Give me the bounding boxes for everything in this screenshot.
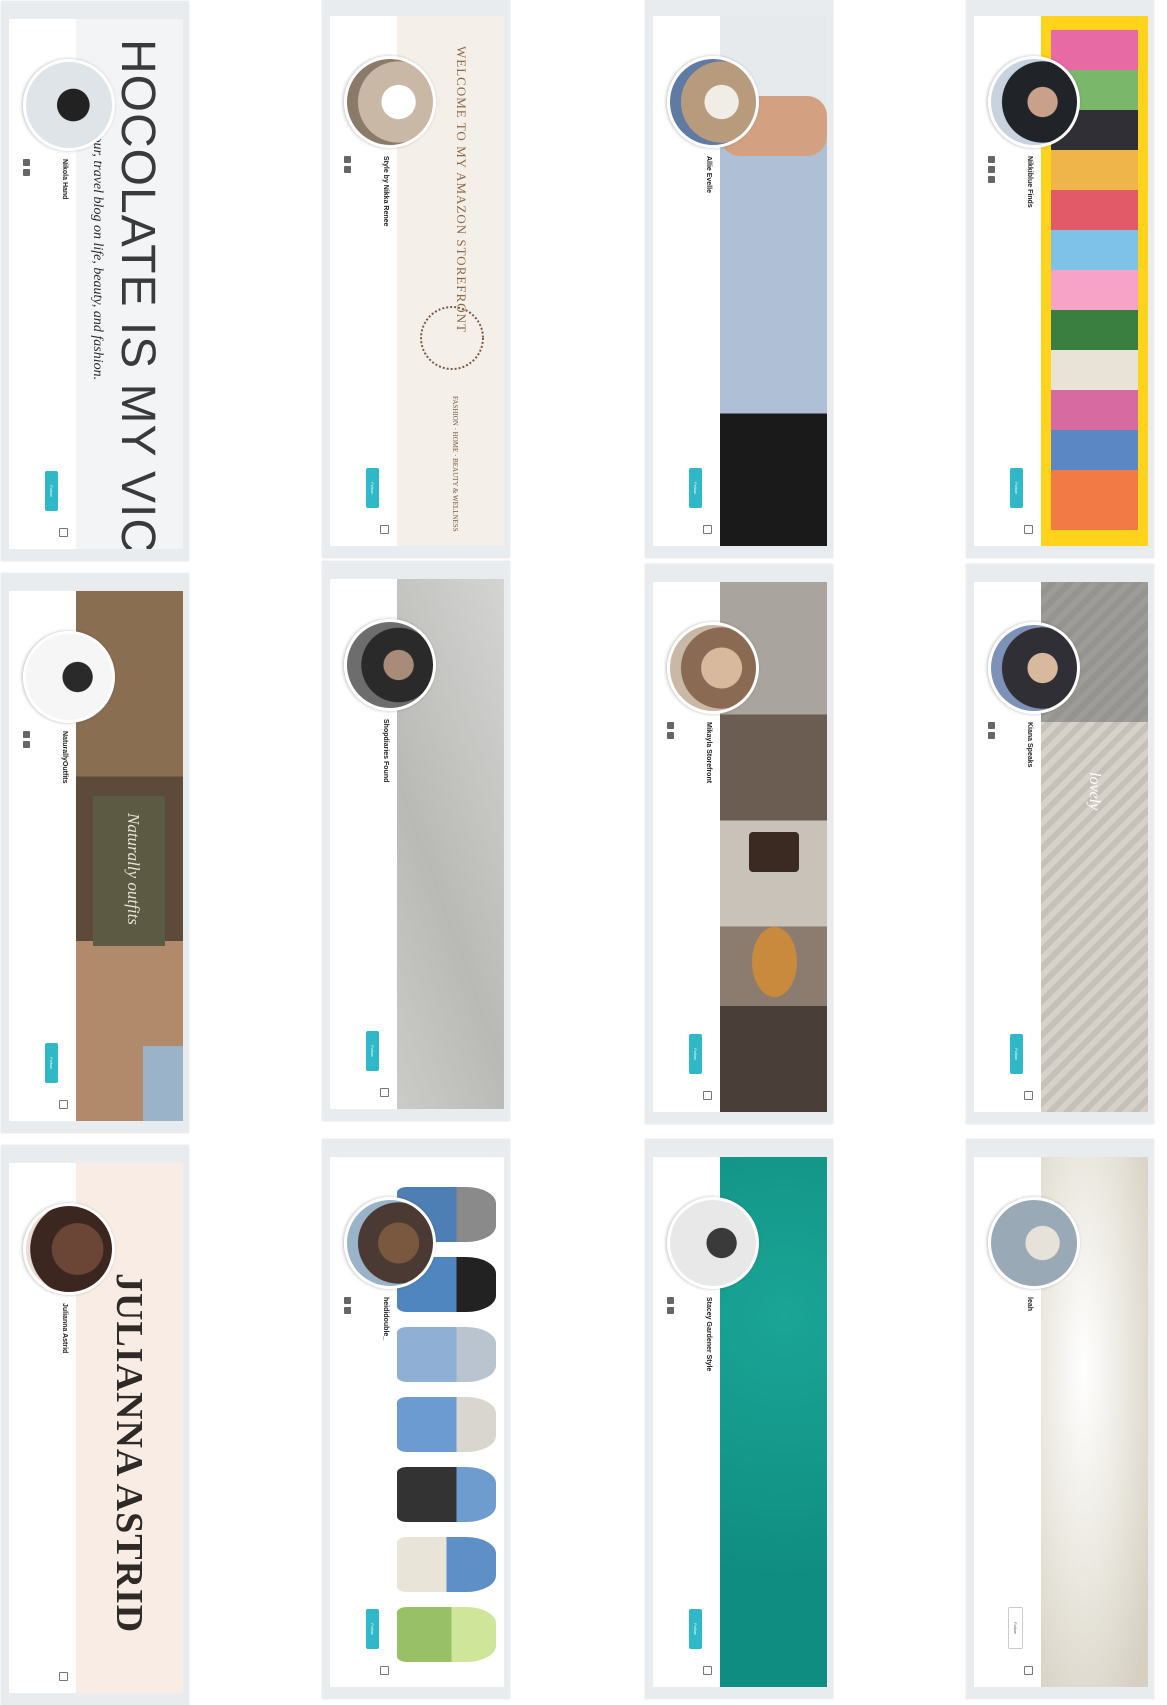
follow-button[interactable]: Follow [689, 468, 702, 508]
social-icon[interactable] [988, 176, 995, 183]
social-icon[interactable] [23, 159, 30, 166]
avatar[interactable] [667, 622, 759, 714]
social-icon[interactable] [988, 156, 995, 163]
avatar[interactable] [988, 1197, 1080, 1289]
avatar[interactable] [23, 59, 115, 151]
follow-button[interactable]: Follow [45, 1043, 58, 1083]
follow-button[interactable]: Follow [366, 468, 379, 508]
storefront-card-cafe[interactable]: Mikayla Storefront Follow [645, 564, 833, 1124]
social-icon[interactable] [344, 166, 351, 173]
storefront-name: Stacey Gardener Style [705, 1297, 712, 1372]
follow-button[interactable]: Follow [1010, 1034, 1023, 1074]
storefront-card-chocolate[interactable]: HOCOLATE IS MY VIC a glamour, travel blo… [1, 1, 189, 561]
avatar[interactable] [344, 619, 436, 711]
avatar[interactable] [667, 56, 759, 148]
storefront-card-grey[interactable]: Shopdiaries Found Follow [322, 561, 510, 1121]
avatar[interactable] [667, 1197, 759, 1289]
avatar[interactable] [988, 622, 1080, 714]
social-icon[interactable] [344, 1297, 351, 1304]
storefront-card-collage[interactable]: Nikkiblue Finds Follow [966, 0, 1154, 558]
social-icon[interactable] [23, 741, 30, 748]
follow-button[interactable]: Follow [1008, 1607, 1023, 1649]
share-icon[interactable] [1024, 1091, 1033, 1100]
share-icon[interactable] [703, 1666, 712, 1675]
social-icon[interactable] [988, 166, 995, 173]
follow-button[interactable]: Follow [689, 1034, 702, 1074]
social-icon[interactable] [988, 732, 995, 739]
storefront-card-satin[interactable]: leah Follow [966, 1139, 1154, 1699]
social-icon[interactable] [988, 722, 995, 729]
storefront-card-knit[interactable]: lovely Kiana Speaks Follow [966, 564, 1154, 1124]
banner-headline: HOCOLATE IS MY VIC [111, 39, 164, 549]
storefront-card-storefront[interactable]: WELCOME TO MY AMAZON STOREFRONT FASHION … [322, 0, 510, 558]
banner-headline: JULIANNA ASTRID [108, 1273, 150, 1634]
follow-button[interactable]: Follow [1010, 468, 1023, 508]
follow-button[interactable]: Follow [689, 1609, 702, 1649]
social-icon[interactable] [667, 1307, 674, 1314]
avatar[interactable] [23, 631, 115, 723]
avatar[interactable] [344, 56, 436, 148]
storefront-card-blue-skirt[interactable]: Allie Evelle Follow [645, 0, 833, 558]
share-icon[interactable] [59, 1672, 68, 1681]
storefront-name: Nikola Hand [61, 159, 68, 200]
social-icon[interactable] [344, 1307, 351, 1314]
storefront-card-naturally[interactable]: Naturally outfits NaturallyOutfits Follo… [1, 573, 189, 1133]
social-icon[interactable] [344, 156, 351, 163]
social-icon[interactable] [667, 732, 674, 739]
banner-headline: Naturally outfits [124, 813, 143, 925]
social-icon[interactable] [23, 169, 30, 176]
storefront-name: Style by Nikka Renee [382, 156, 389, 227]
avatar[interactable] [23, 1203, 115, 1295]
share-icon[interactable] [59, 1100, 68, 1109]
storefront-card-denim[interactable]: heididouble_ Follow [322, 1139, 510, 1699]
follow-button[interactable]: Follow [45, 471, 58, 511]
banner-headline: lovely [1086, 772, 1103, 811]
share-icon[interactable] [380, 525, 389, 534]
share-icon[interactable] [703, 1091, 712, 1100]
share-icon[interactable] [1024, 525, 1033, 534]
storefront-name: Shopdiaries Found [382, 719, 389, 783]
share-icon[interactable] [703, 525, 712, 534]
social-icon[interactable] [667, 722, 674, 729]
share-icon[interactable] [59, 528, 68, 537]
avatar[interactable] [988, 56, 1080, 148]
storefront-name: Allie Evelle [705, 156, 712, 193]
storefront-name: NaturallyOutfits [61, 731, 68, 784]
social-icon[interactable] [667, 1297, 674, 1304]
storefront-card-julianna[interactable]: JULIANNA ASTRID Julianna Astrid [1, 1145, 189, 1705]
storefront-card-teal[interactable]: Stacey Gardener Style Follow [645, 1139, 833, 1699]
storefront-name: heididouble_ [382, 1297, 389, 1341]
banner-headline: WELCOME TO MY AMAZON STOREFRONT [454, 46, 469, 333]
storefront-name: Julianna Astrid [61, 1303, 68, 1354]
avatar[interactable] [344, 1197, 436, 1289]
follow-button[interactable]: Follow [366, 1609, 379, 1649]
storefront-name: Kiana Speaks [1026, 722, 1033, 768]
share-icon[interactable] [1024, 1666, 1033, 1675]
share-icon[interactable] [380, 1666, 389, 1675]
banner-tags: FASHION · HOME · BEAUTY & WELLNESS [451, 396, 459, 532]
share-icon[interactable] [380, 1088, 389, 1097]
storefront-name: Mikayla Storefront [705, 722, 712, 784]
storefront-name: Nikkiblue Finds [1026, 156, 1033, 208]
storefront-name: leah [1026, 1297, 1033, 1312]
follow-button[interactable]: Follow [366, 1031, 379, 1071]
social-icon[interactable] [23, 731, 30, 738]
